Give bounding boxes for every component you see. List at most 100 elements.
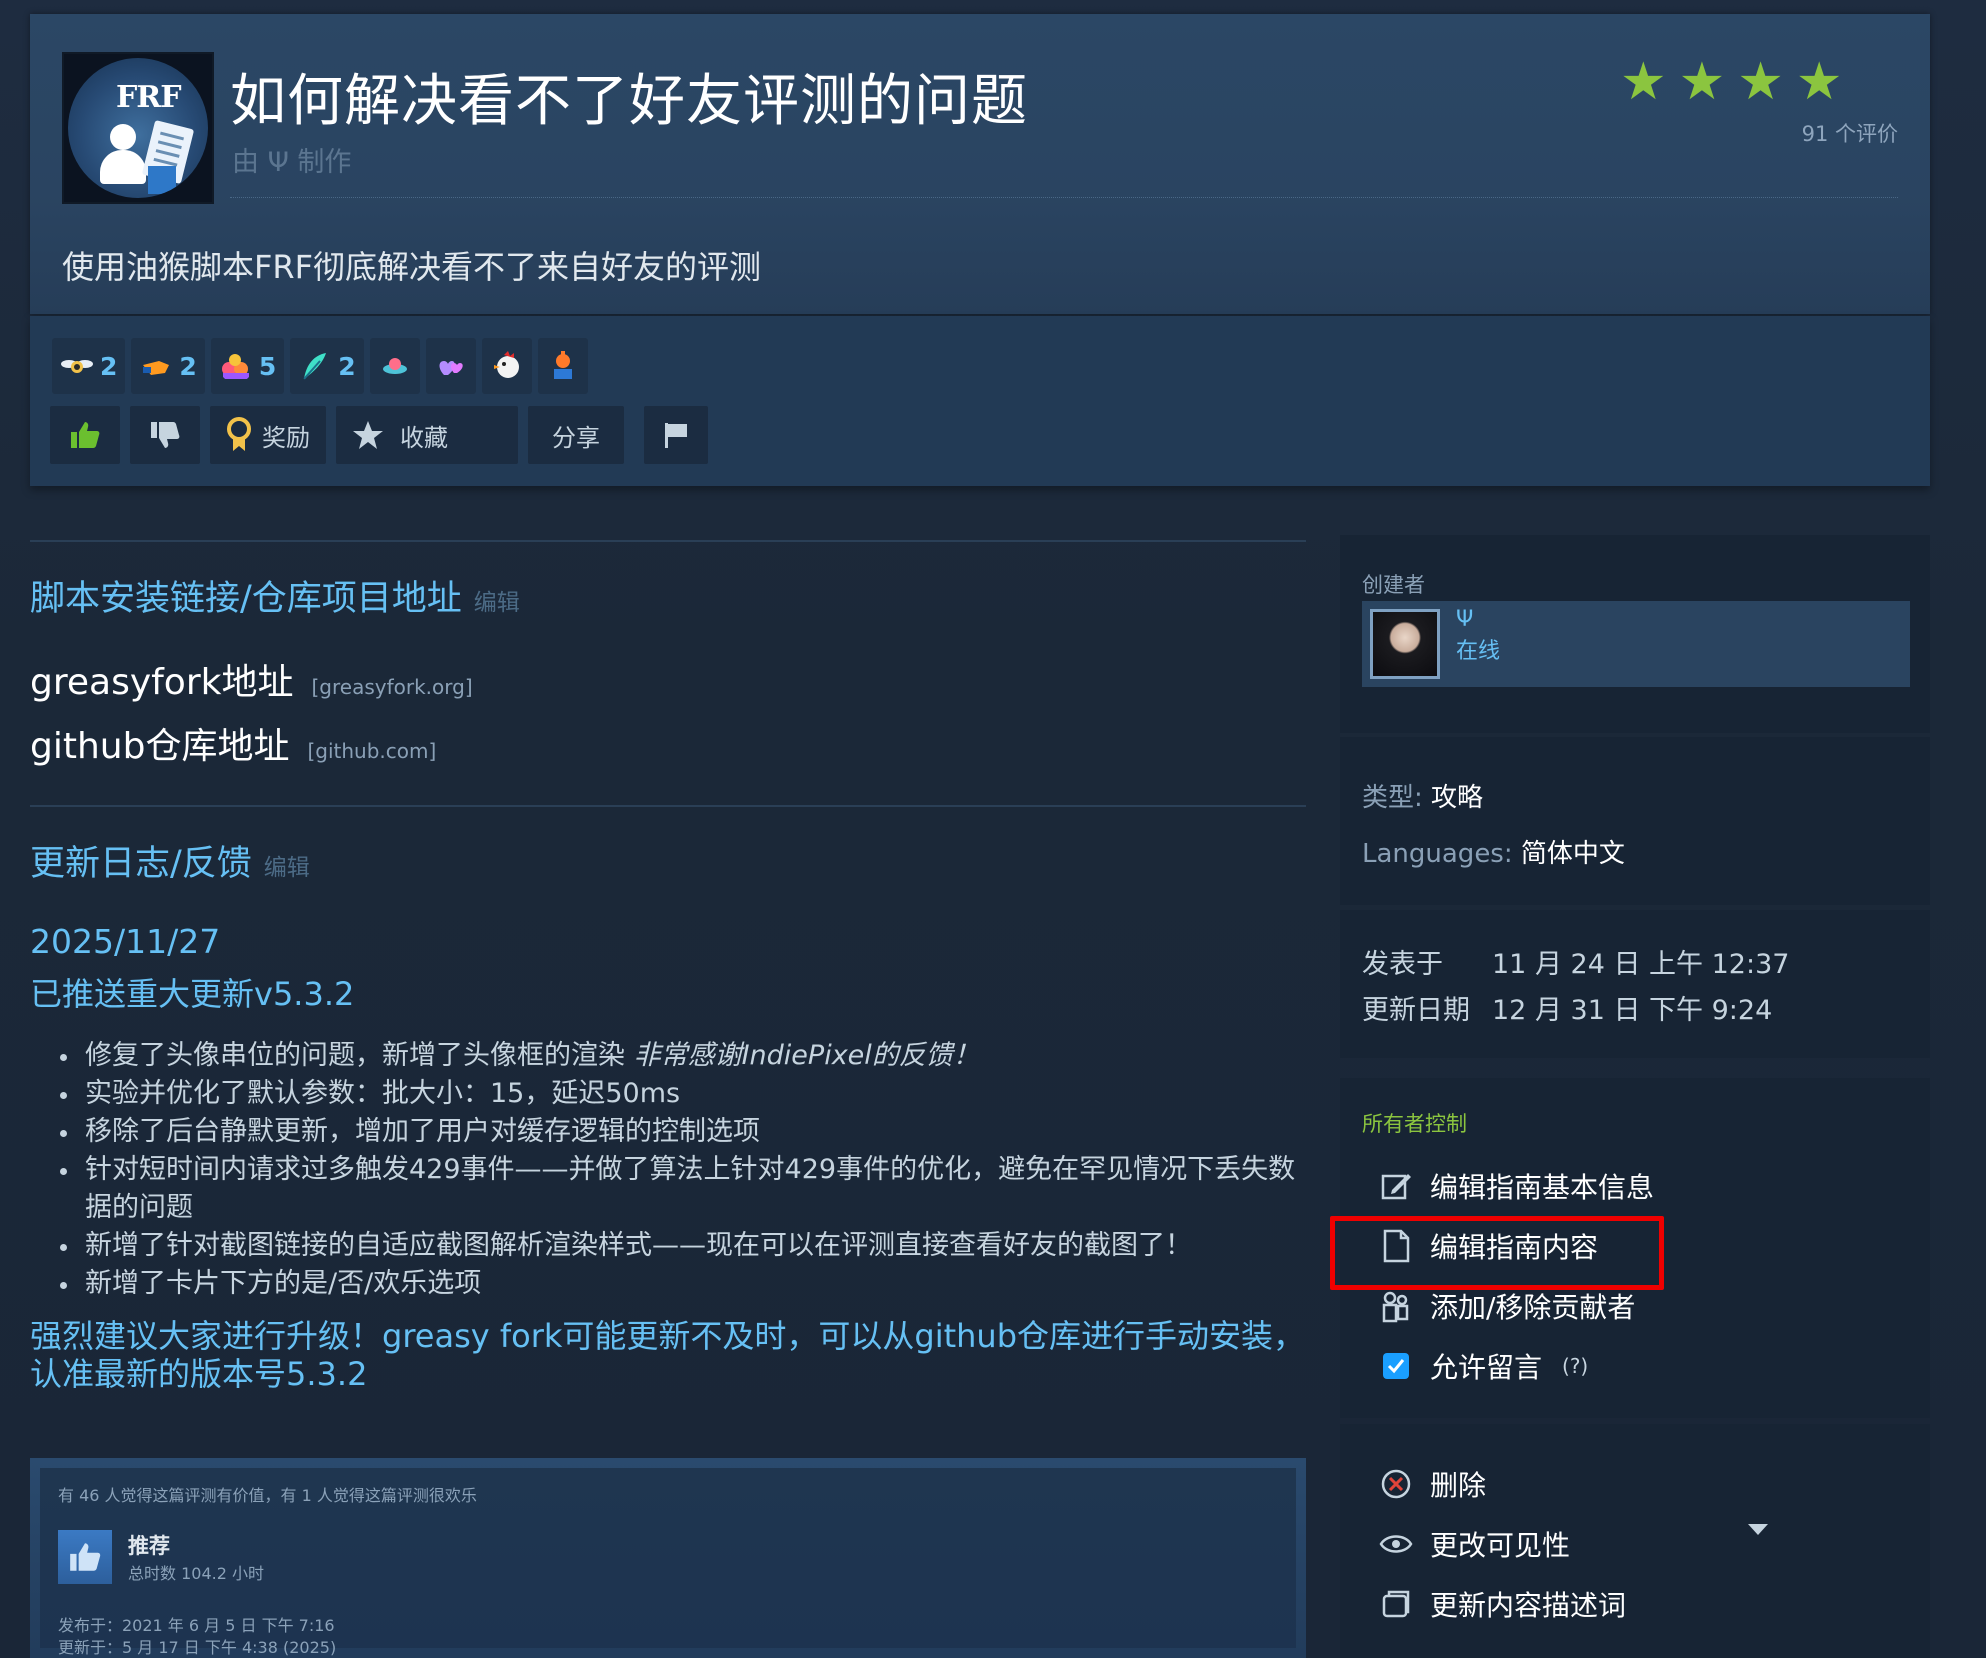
edit-icon: [1378, 1168, 1414, 1204]
avatar[interactable]: [1370, 609, 1440, 679]
hand-award-icon: [143, 361, 170, 375]
chevron-down-icon[interactable]: [1748, 1524, 1768, 1535]
report-button[interactable]: [644, 406, 708, 464]
thumbs-up-icon: [58, 1530, 112, 1584]
favorite-button[interactable]: 收藏: [336, 406, 518, 464]
type-value: 攻略: [1431, 783, 1484, 813]
list-item: 新增了卡片下方的是/否/欢乐选项: [30, 1265, 1306, 1303]
greasyfork-link[interactable]: greasyfork地址: [30, 653, 293, 705]
delete-button[interactable]: 删除: [1378, 1464, 1486, 1504]
award-ribbon-icon: [227, 417, 251, 451]
page-title: 如何解决看不了好友评测的问题: [230, 69, 1028, 134]
help-icon[interactable]: (?): [1562, 1354, 1588, 1378]
github-link[interactable]: github仓库地址: [30, 717, 289, 769]
creator-status: 在线: [1456, 639, 1501, 664]
chicken-award-icon: [493, 351, 519, 378]
star-icon: ★: [1737, 52, 1784, 112]
award-count: 5: [258, 351, 277, 381]
languages-key: Languages:: [1362, 839, 1521, 869]
tag-icon: [1378, 1586, 1414, 1622]
award-button[interactable]: 奖励: [210, 406, 326, 464]
award-badge[interactable]: [369, 338, 420, 394]
selection-highlight: [1330, 1216, 1664, 1290]
list-item: 实验并优化了默认参数：批大小：15，延迟50ms: [30, 1075, 1306, 1113]
favorite-button-label: 收藏: [400, 423, 448, 452]
section-divider: [30, 540, 1306, 542]
guide-author[interactable]: 由 Ψ 制作: [232, 140, 351, 179]
guide-meta-panel: 类型: 攻略 Languages: 简体中文: [1340, 737, 1930, 905]
visibility-button[interactable]: 更改可见性: [1378, 1524, 1570, 1564]
flag-icon: [665, 423, 687, 448]
award-count: 2: [179, 351, 197, 381]
creator-name[interactable]: Ψ: [1456, 607, 1473, 632]
list-item-text: 实验并优化了默认参数：批大小：15，延迟50ms: [85, 1078, 681, 1109]
updated-value: 12 月 31 日 下午 9:24: [1492, 995, 1773, 1026]
changelog-date: 2025/11/27: [30, 922, 221, 961]
action-bar: 2 2 5 2 奖励 收藏 分享: [30, 316, 1930, 486]
award-badge[interactable]: 2: [290, 338, 364, 394]
award-badge[interactable]: 5: [210, 338, 285, 394]
contributors-icon: [1378, 1288, 1414, 1324]
winged-award-icon: [61, 360, 93, 373]
update-desc-button[interactable]: 更新内容描述词: [1378, 1584, 1626, 1624]
checkbox-checked-icon[interactable]: [1383, 1353, 1409, 1379]
posted-key: 发表于: [1362, 949, 1443, 980]
creator-label: 创建者: [1362, 573, 1425, 597]
rating-count: 91 个评价: [1801, 122, 1898, 146]
thumbs-down-icon: [151, 422, 180, 448]
section-title: 脚本安装链接/仓库项目地址: [30, 579, 462, 619]
star-icon: ★: [1795, 52, 1843, 112]
list-item-text: 新增了卡片下方的是/否/欢乐选项: [85, 1268, 482, 1299]
contributors-button[interactable]: 添加/移除贡献者: [1378, 1286, 1635, 1326]
eye-icon: [1378, 1526, 1414, 1562]
section-title: 更新日志/反馈: [30, 844, 252, 884]
award-badge[interactable]: [537, 338, 588, 394]
guide-logo: FRF: [62, 52, 214, 204]
review-screenshot: 有 46 人觉得这篇评测有价值，有 1 人觉得这篇评测很欢乐 推荐 总时数 10…: [30, 1458, 1306, 1658]
link-item: github仓库地址 [github.com]: [30, 717, 1306, 769]
edit-info-label: 编辑指南基本信息: [1430, 1171, 1655, 1204]
star-icon: ★: [1678, 52, 1726, 112]
thumbs-up-button[interactable]: [50, 406, 120, 464]
creator-panel: 创建者 Ψ 在线: [1340, 535, 1930, 733]
creator-card[interactable]: Ψ 在线: [1362, 601, 1910, 687]
review-helpful-meta: 有 46 人觉得这篇评测有价值，有 1 人觉得这篇评测很欢乐: [58, 1486, 477, 1505]
changelog-headline: 已推送重大更新v5.3.2: [30, 975, 355, 1013]
award-badge[interactable]: 2: [131, 338, 205, 394]
share-button[interactable]: 分享: [528, 406, 624, 464]
section-edit-link[interactable]: 编辑: [474, 583, 520, 617]
list-item: 针对短时间内请求过多触发429事件——并做了算法上针对429事件的优化，避免在罕…: [30, 1151, 1306, 1227]
feather-award-icon: [303, 353, 327, 380]
review-recommend: 推荐: [128, 1534, 170, 1558]
award-badge[interactable]: 2: [52, 338, 126, 394]
logo-text: FRF: [116, 80, 182, 115]
star-icon: ★: [1620, 52, 1667, 112]
section-divider: [30, 805, 1306, 807]
awards-row: 2 2 5 2: [52, 338, 588, 394]
award-badge[interactable]: [481, 338, 532, 394]
award-badge[interactable]: [425, 338, 476, 394]
thumbs-up-glyph: [70, 1543, 101, 1571]
review-updated: 更新于：5 月 17 日 下午 4:38 (2025): [58, 1638, 337, 1657]
link-domain: [greasyfork.org]: [311, 675, 473, 699]
frf-logo-icon: FRF: [68, 58, 208, 198]
link-domain: [github.com]: [307, 739, 437, 763]
guide-languages: Languages: 简体中文: [1362, 833, 1625, 870]
award-count: 2: [338, 351, 356, 381]
award-count: 2: [100, 351, 118, 381]
allow-comments-label: 允许留言: [1430, 1351, 1543, 1384]
languages-value: 简体中文: [1520, 839, 1625, 869]
updated-key: 更新日期: [1362, 995, 1470, 1026]
posted-date-row: 发表于 11 月 24 日 上午 12:37: [1362, 942, 1789, 981]
review-posted: 发布于：2021 年 6 月 5 日 下午 7:16: [58, 1616, 335, 1635]
award-button-label: 奖励: [262, 423, 310, 452]
section-edit-link[interactable]: 编辑: [264, 848, 310, 882]
review-card: 有 46 人觉得这篇评测有价值，有 1 人觉得这篇评测很欢乐 推荐 总时数 10…: [40, 1468, 1296, 1657]
thumbs-down-button[interactable]: [130, 406, 200, 464]
changelog-list: 修复了头像串位的问题，新增了头像框的渲染 非常感谢IndiePixel的反馈！ …: [30, 1037, 1306, 1303]
upgrade-recommendation: 强烈建议大家进行升级！greasy fork可能更新不及时，可以从github仓…: [30, 1317, 1306, 1393]
list-item-italic: 非常感谢IndiePixel的反馈！: [633, 1040, 980, 1071]
list-item: 新增了针对截图链接的自适应截图解析渲染样式——现在可以在评测直接查看好友的截图了…: [30, 1227, 1306, 1265]
edit-info-button[interactable]: 编辑指南基本信息: [1378, 1166, 1654, 1206]
allow-comments-toggle[interactable]: 允许留言 (?): [1378, 1346, 1588, 1386]
